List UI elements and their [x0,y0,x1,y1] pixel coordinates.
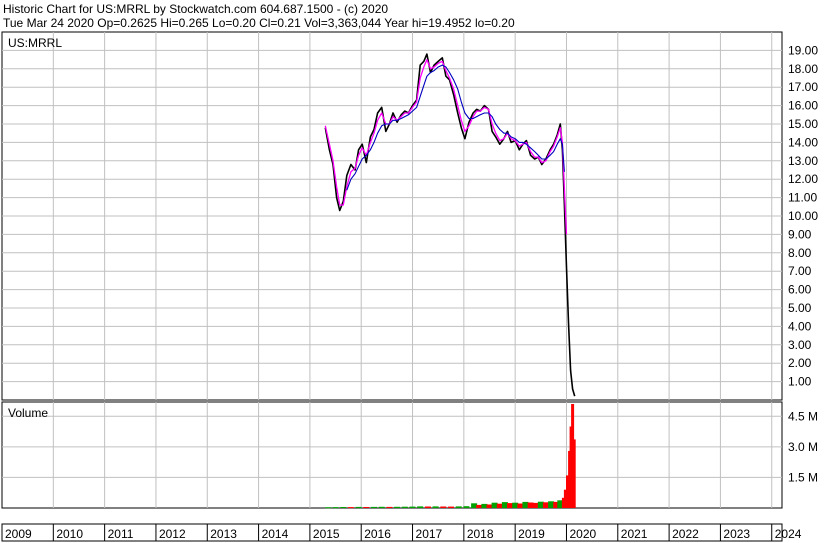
price-y-tick-label: 2.00 [788,356,812,370]
volume-bar [340,507,347,508]
x-tick-label: 2017 [416,527,443,541]
volume-bar [476,504,483,508]
x-tick-label: 2014 [262,527,289,541]
price-y-tick-label: 3.00 [788,338,812,352]
x-tick-label: 2012 [159,527,186,541]
volume-bar [355,506,362,508]
x-tick-label: 2021 [621,527,648,541]
x-tick-label: 2011 [108,527,134,541]
price-y-tick-label: 9.00 [788,227,812,241]
price-y-tick-label: 4.00 [788,319,812,333]
price-y-tick-label: 18.00 [788,62,818,76]
x-tick-label: 2013 [210,527,237,541]
volume-bar [517,503,524,508]
price-y-tick-label: 5.00 [788,301,812,315]
volume-bar [324,507,331,509]
volume-bar [432,506,439,508]
volume-bar [363,507,370,508]
x-tick-label: 2023 [723,527,750,541]
price-y-tick-label: 1.00 [788,375,812,389]
price-y-tick-label: 14.00 [788,135,818,149]
volume-panel-label: Volume [8,406,48,420]
volume-bar [440,506,447,508]
x-tick-label: 2022 [672,527,699,541]
volume-y-axis: 4.5 M 3.0 M 1.5 M [788,409,818,484]
volume-bar [507,503,513,508]
volume-bar [424,506,431,508]
price-y-tick-label: 13.00 [788,154,818,168]
volume-bar [386,506,393,508]
x-tick-label: 2018 [467,527,494,541]
volume-y-tick-label: 3.0 M [788,440,818,454]
x-tick-label: 2009 [5,527,32,541]
price-y-tick-label: 6.00 [788,283,812,297]
price-y-tick-label: 8.00 [788,246,812,260]
volume-bar [332,507,339,509]
volume-bar [455,506,462,508]
volume-bar [548,501,555,508]
x-tick-label: 2024 [775,527,802,541]
price-y-tick-label: 11.00 [788,191,817,205]
volume-bar [417,506,424,508]
volume-y-tick-label: 1.5 M [788,470,818,484]
price-y-tick-label: 15.00 [788,117,818,131]
volume-bar [491,502,498,508]
price-panel-label: US:MRRL [8,36,62,50]
volume-bar [409,506,416,508]
x-tick-label: 2019 [518,527,545,541]
volume-bar [522,501,529,508]
stock-chart: Historic Chart for US:MRRL by Stockwatch… [0,0,830,543]
volume-bar [378,506,385,508]
volume-bar [347,507,354,509]
x-tick-label: 2020 [569,527,596,541]
volume-bar [401,506,408,508]
volume-bar [527,502,534,508]
volume-bar [537,501,544,508]
volume-bar [572,439,576,508]
price-y-tick-label: 12.00 [788,172,818,186]
x-tick-label: 2010 [56,527,83,541]
x-tick-label: 2016 [364,527,391,541]
price-y-tick-label: 19.00 [788,43,818,57]
volume-y-tick-label: 4.5 M [788,409,818,423]
price-y-tick-label: 10.00 [788,209,818,223]
volume-bar [371,506,377,508]
chart-header-line1: Historic Chart for US:MRRL by Stockwatch… [3,2,388,16]
x-tick-label: 2015 [313,527,340,541]
volume-bar [463,506,470,508]
chart-header-line2: Tue Mar 24 2020 Op=0.2625 Hi=0.265 Lo=0.… [3,16,515,30]
price-y-tick-label: 16.00 [788,99,818,113]
volume-bar [394,506,401,508]
price-y-tick-label: 7.00 [788,264,812,278]
price-grid [2,32,782,400]
volume-bar [542,502,549,508]
volume-bar [448,506,454,508]
price-y-tick-label: 17.00 [788,80,818,94]
